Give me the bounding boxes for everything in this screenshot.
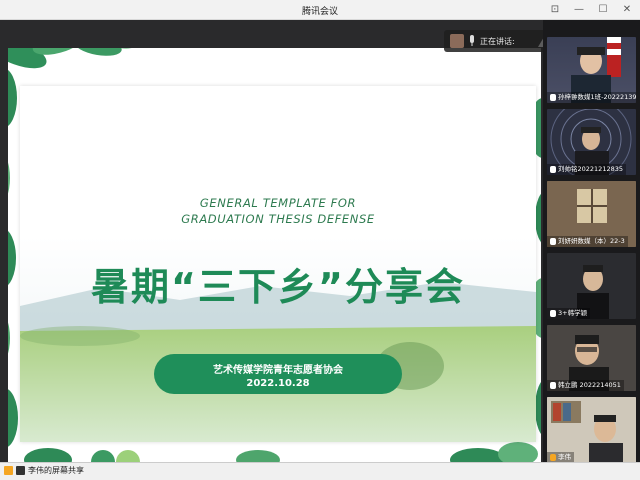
organizer-name: 艺术传媒学院青年志愿者协会 [213,365,343,376]
microphone-icon [16,466,25,475]
shared-screen: GENERAL TEMPLATE FOR GRADUATION THESIS D… [0,20,566,474]
window-titlebar: 腾讯会议 ⊡ — ☐ ✕ [0,0,640,20]
microphone-icon [550,94,556,101]
participant-name-tag: 韩立鹏 2022214051 [547,380,624,391]
window-title: 腾讯会议 [301,7,338,17]
participant-video[interactable]: 3+韩学颖 [547,253,636,319]
bottom-status-bar: 李伟的屏幕共享 [0,462,640,480]
leaf-decoration-icon [8,48,159,69]
speaking-label: 正在讲话: [480,37,515,46]
participant-video[interactable]: 孙梓翀数媒1班-20222139​95 [547,37,636,103]
event-date: 2022.10.28 [246,378,310,389]
english-title-line1: GENERAL TEMPLATE FOR [199,196,357,210]
participant-name: 孙梓翀数媒1班-20222139​95 [558,93,636,101]
user-icon [4,466,13,475]
participant-name: 刘妍妍数媒（本）22-3 [558,237,625,245]
microphone-icon [550,238,556,245]
maximize-icon[interactable]: ☐ [596,3,610,17]
organizer-banner: 艺术传媒学院青年志愿者协会 2022.10.28 [154,354,402,394]
participant-name-tag: 刘妍妍数媒（本）22-3 [547,236,628,247]
avatar [450,34,464,48]
participant-video[interactable]: 刘帅铭2022121​2835 [547,109,636,175]
participant-video[interactable]: 李伟 [547,397,636,463]
participant-sidebar: 孙梓翀数媒1班-20222139​95 刘帅铭2022121​2835 刘妍妍数… [543,20,640,463]
pin-icon[interactable]: ⊡ [548,3,562,17]
participant-name: 3+韩学颖 [558,309,588,317]
participant-video[interactable]: 韩立鹏 2022214051 [547,325,636,391]
microphone-icon [470,35,474,46]
microphone-icon [550,310,556,317]
screen-share-indicator[interactable]: 李伟的屏幕共享 [4,465,84,476]
participant-name: 韩立鹏 2022214051 [558,381,621,389]
participant-name-tag: 刘帅铭2022121​2835 [547,164,626,175]
presentation-slide: GENERAL TEMPLATE FOR GRADUATION THESIS D… [8,48,541,474]
microphone-icon [550,382,556,389]
participant-name-tag: 孙梓翀数媒1班-20222139​95 [547,92,636,103]
participant-name-tag: 3+韩学颖 [547,308,591,319]
slide-content-panel: GENERAL TEMPLATE FOR GRADUATION THESIS D… [20,86,536,442]
chinese-title: 暑期“三下乡”分享会 [91,265,465,309]
participant-video[interactable]: 刘妍妍数媒（本）22-3 [547,181,636,247]
participant-name: 刘帅铭2022121​2835 [558,165,623,173]
screen-share-label: 李伟的屏幕共享 [28,466,84,475]
microphone-icon [550,166,556,173]
microphone-icon [550,454,556,461]
english-title-line2: GRADUATION THESIS DEFENSE [181,212,375,226]
minimize-icon[interactable]: — [572,3,586,17]
close-icon[interactable]: ✕ [620,3,634,17]
